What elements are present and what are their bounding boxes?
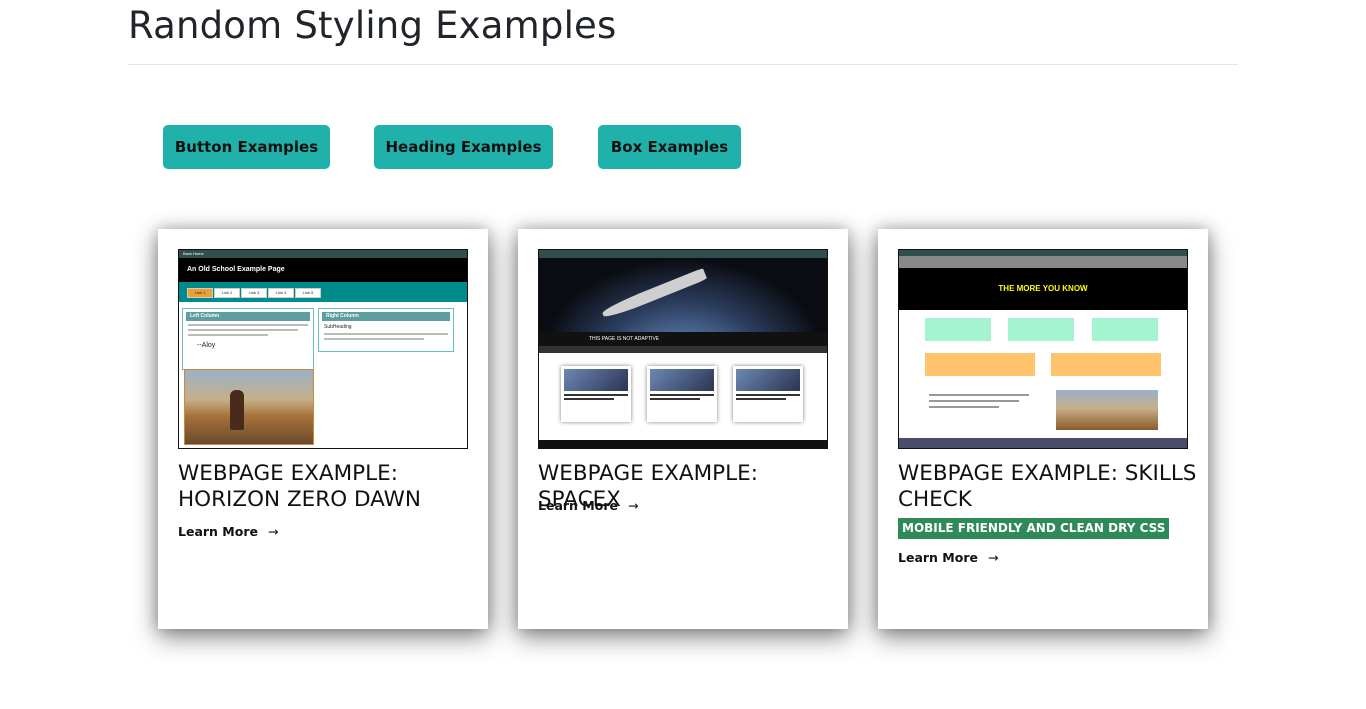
box-examples-button[interactable]: Box Examples [598,125,741,169]
thumb-tab: Link 2 [214,288,240,298]
thumb-right-column: Right Column SubHeading [318,308,454,352]
thumb-signature: --Aloy [197,342,216,349]
card-title: WEBPAGE EXAMPLE: SKILLS CHECK [898,461,1197,512]
arrow-right-icon: → [627,498,639,513]
thumb-header: An Old School Example Page [179,258,467,282]
title-divider [128,64,1238,65]
arrow-right-icon: → [267,524,279,539]
card-skills-check: THE MORE YOU KNOW WEBPAGE EXAMPLE: SKILL… [878,229,1208,629]
card-spacex: THIS PAGE IS NOT ADAPTIVE WEBPAGE EXAMPL… [518,229,848,629]
thumb-tab: Link 3 [241,288,267,298]
learn-more-link[interactable]: Learn More → [538,498,638,513]
thumb-bar: Back Home [179,250,467,258]
arrow-right-icon: → [987,550,999,565]
thumb-image [1056,390,1158,430]
button-examples-button[interactable]: Button Examples [163,125,330,169]
card-thumbnail[interactable]: Back Home An Old School Example Page Lin… [178,249,468,449]
page-title: Random Styling Examples [128,4,617,47]
thumb-hero: THE MORE YOU KNOW [899,268,1187,310]
learn-more-link[interactable]: Learn More → [178,524,278,539]
thumb-left-column: Left Column --Aloy [182,308,314,370]
thumb-hero [539,258,827,332]
card-thumbnail[interactable]: THIS PAGE IS NOT ADAPTIVE [538,249,828,449]
thumb-tab: Link 4 [268,288,294,298]
thumb-tab: Link 1 [187,288,213,298]
thumb-image [184,369,314,445]
heading-examples-button[interactable]: Heading Examples [374,125,553,169]
learn-more-link[interactable]: Learn More → [898,550,998,565]
thumb-tab: Link 5 [295,288,321,298]
feature-badge: MOBILE FRIENDLY AND CLEAN DRY CSS [898,518,1170,539]
card-thumbnail[interactable]: THE MORE YOU KNOW [898,249,1188,449]
card-title: WEBPAGE EXAMPLE: HORIZON ZERO DAWN [178,461,421,512]
card-horizon-zero-dawn: Back Home An Old School Example Page Lin… [158,229,488,629]
